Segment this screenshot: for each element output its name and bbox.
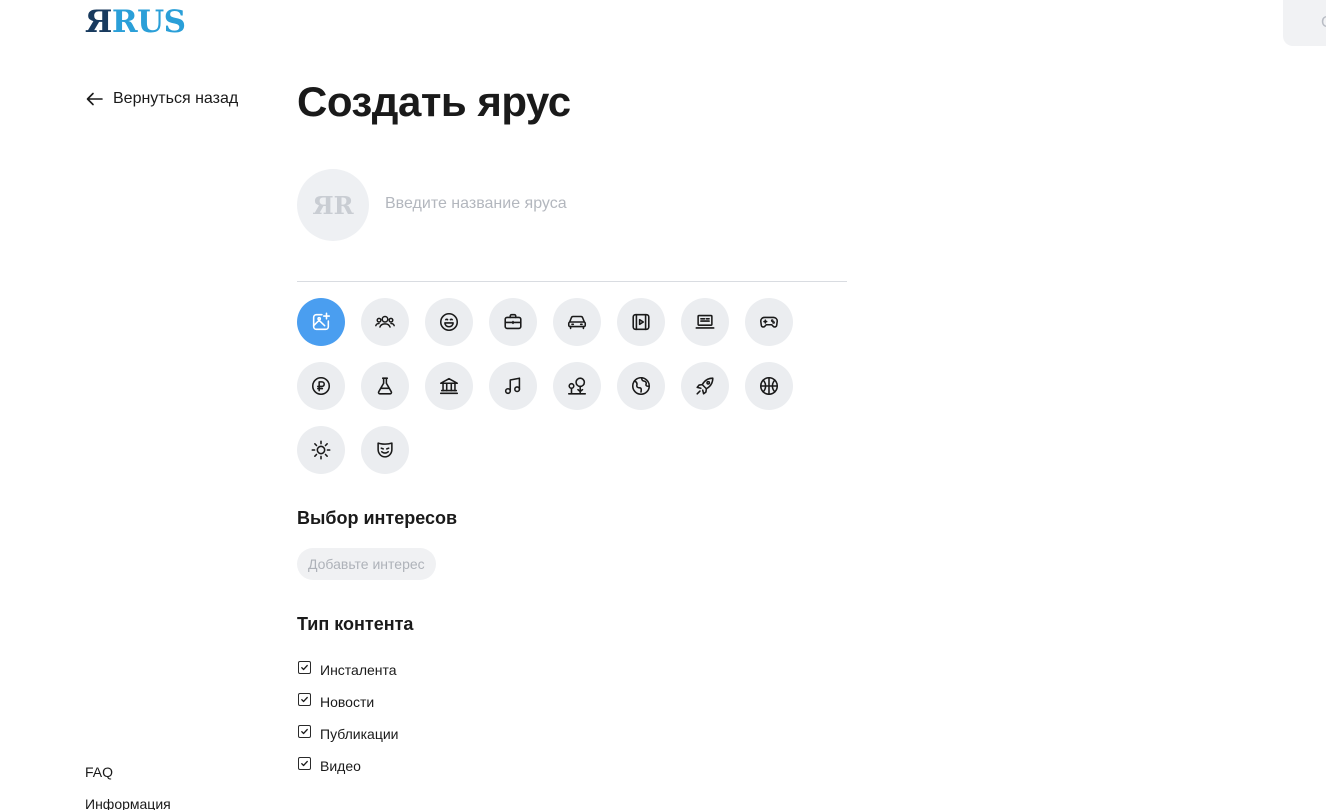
content-type-title: Тип контента bbox=[297, 614, 414, 634]
category-button-briefcase[interactable] bbox=[489, 298, 537, 346]
category-button-car[interactable] bbox=[553, 298, 601, 346]
bank-icon bbox=[439, 377, 459, 395]
category-button-laptop[interactable] bbox=[681, 298, 729, 346]
sun-icon bbox=[311, 440, 331, 460]
music-icon bbox=[504, 377, 521, 395]
checkmark-icon bbox=[301, 664, 308, 670]
rocket-icon bbox=[696, 377, 714, 395]
footer-link-info[interactable]: Информация bbox=[85, 796, 171, 810]
arrow-left-icon bbox=[86, 92, 103, 106]
car-icon bbox=[567, 315, 587, 330]
category-button-globe[interactable] bbox=[617, 362, 665, 410]
category-button-bank[interactable] bbox=[425, 362, 473, 410]
category-button-people[interactable] bbox=[361, 298, 409, 346]
category-button-music[interactable] bbox=[489, 362, 537, 410]
ruble-icon bbox=[311, 376, 331, 396]
checkbox[interactable] bbox=[298, 692, 311, 706]
header-search-stub[interactable]: С bbox=[1283, 0, 1326, 46]
checkmark-icon bbox=[301, 696, 308, 702]
category-button-sun[interactable] bbox=[297, 426, 345, 474]
checkmark-icon bbox=[301, 728, 308, 734]
avatar-upload[interactable]: ЯR bbox=[297, 169, 369, 241]
page-title: Создать ярус bbox=[297, 78, 571, 125]
footer-links: FAQ Информация bbox=[85, 764, 171, 810]
category-button-basketball[interactable] bbox=[745, 362, 793, 410]
flask-icon bbox=[377, 377, 393, 395]
header-stub-glyph: С bbox=[1321, 14, 1326, 32]
video-icon bbox=[632, 313, 650, 331]
logo-part-2: RUS bbox=[111, 4, 186, 40]
people-icon bbox=[375, 315, 395, 328]
tier-name-input[interactable] bbox=[385, 190, 845, 218]
theater-mask-icon bbox=[377, 442, 393, 458]
smile-icon bbox=[439, 312, 459, 332]
add-interest-button[interactable]: Добавьте интерес bbox=[297, 548, 436, 580]
nature-icon bbox=[567, 377, 587, 395]
create-tier-page: ЯRUS С Вернуться назад Создать ярус ЯR bbox=[0, 0, 1326, 810]
checkbox[interactable] bbox=[298, 724, 311, 738]
laptop-icon bbox=[695, 314, 715, 329]
content-type-label: Новости bbox=[320, 694, 375, 710]
briefcase-icon bbox=[504, 313, 522, 330]
content-type-option[interactable]: Публикации bbox=[298, 718, 398, 750]
content-type-option[interactable]: Инсталента bbox=[298, 654, 398, 686]
content-type-label: Публикации bbox=[320, 726, 399, 742]
content-type-option[interactable]: Новости bbox=[298, 686, 398, 718]
interests-title: Выбор интересов bbox=[297, 508, 458, 528]
footer-link-faq[interactable]: FAQ bbox=[85, 764, 171, 780]
content-type-list: Инсталента Новости Публикации Видео bbox=[298, 654, 398, 782]
back-link[interactable]: Вернуться назад bbox=[86, 90, 238, 108]
gamepad-icon bbox=[759, 316, 779, 328]
content-type-label: Инсталента bbox=[320, 662, 397, 678]
category-button-theater-mask[interactable] bbox=[361, 426, 409, 474]
category-button-flask[interactable] bbox=[361, 362, 409, 410]
content-type-label: Видео bbox=[320, 758, 361, 774]
logo-part-1: Я bbox=[85, 4, 112, 40]
category-button-rocket[interactable] bbox=[681, 362, 729, 410]
category-icon-grid bbox=[297, 298, 817, 474]
category-button-smile[interactable] bbox=[425, 298, 473, 346]
divider bbox=[297, 281, 847, 282]
basketball-icon bbox=[759, 376, 779, 396]
category-button-ruble[interactable] bbox=[297, 362, 345, 410]
globe-icon bbox=[631, 376, 651, 396]
category-button-nature[interactable] bbox=[553, 362, 601, 410]
category-button-video[interactable] bbox=[617, 298, 665, 346]
category-button-image-add[interactable] bbox=[297, 298, 345, 346]
checkmark-icon bbox=[301, 760, 308, 766]
checkbox[interactable] bbox=[298, 660, 311, 674]
image-add-icon bbox=[312, 312, 331, 331]
checkbox[interactable] bbox=[298, 756, 311, 770]
avatar-placeholder-glyph: ЯR bbox=[312, 190, 354, 220]
content-type-option[interactable]: Видео bbox=[298, 750, 398, 782]
logo[interactable]: ЯRUS bbox=[85, 4, 186, 40]
category-button-gamepad[interactable] bbox=[745, 298, 793, 346]
back-link-label: Вернуться назад bbox=[113, 90, 239, 107]
